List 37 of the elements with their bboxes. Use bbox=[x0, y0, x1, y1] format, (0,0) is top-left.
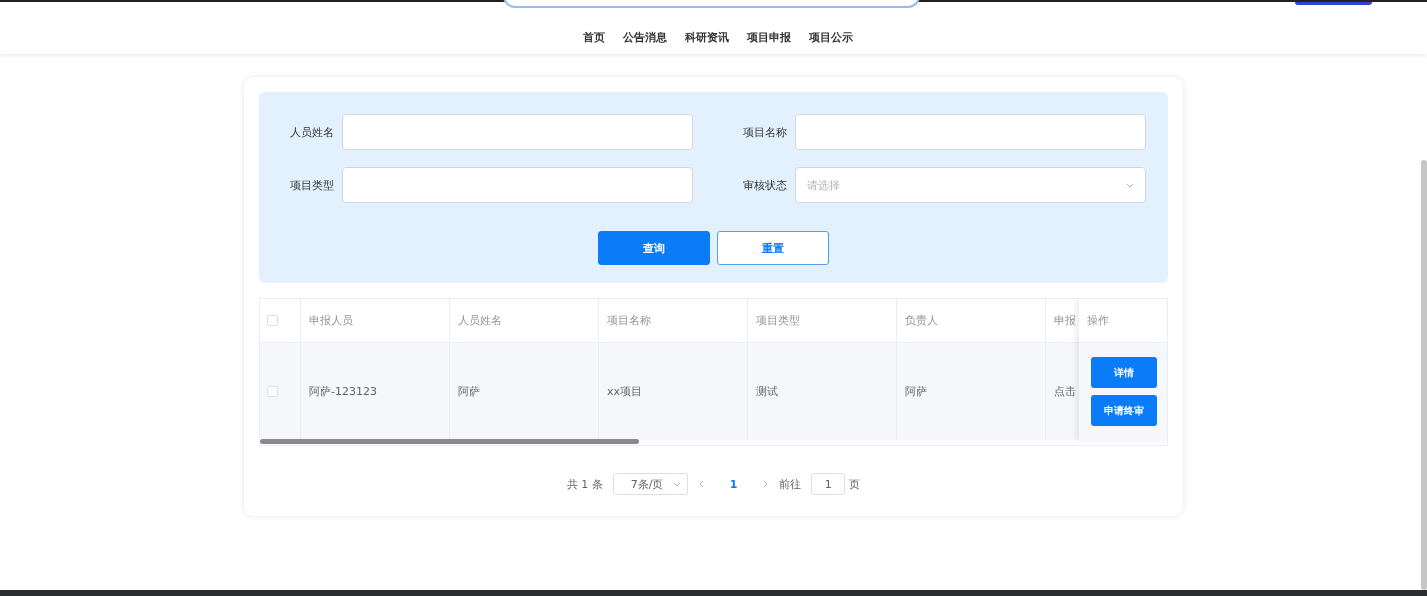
input-field[interactable] bbox=[342, 114, 693, 150]
scrollbar-thumb[interactable] bbox=[1421, 160, 1427, 590]
table-cell: xx项目 bbox=[599, 343, 748, 440]
nav-link[interactable]: 科研资讯 bbox=[685, 30, 729, 45]
search-button[interactable]: 查询 bbox=[598, 231, 710, 265]
reset-button[interactable]: 重置 bbox=[717, 231, 829, 265]
page-input[interactable]: 1 bbox=[811, 473, 846, 495]
chevron-down-icon bbox=[1126, 181, 1134, 189]
page-suffix: 页 bbox=[849, 476, 861, 492]
field-label: 人员姓名 bbox=[289, 124, 335, 140]
checkbox[interactable] bbox=[267, 386, 278, 397]
action-button[interactable]: 申请终审 bbox=[1091, 395, 1157, 426]
input-field[interactable] bbox=[795, 114, 1146, 150]
table-cell: 点击 bbox=[1046, 343, 1080, 440]
field-label: 项目类型 bbox=[289, 177, 335, 193]
scrollbar-thumb[interactable] bbox=[260, 439, 639, 444]
page-size-select[interactable]: 7条/页 bbox=[612, 473, 688, 495]
field-label: 审核状态 bbox=[742, 177, 788, 193]
nav-link[interactable]: 项目公示 bbox=[809, 30, 853, 45]
header-button[interactable] bbox=[1295, 2, 1372, 5]
prev-page-icon bbox=[697, 480, 706, 488]
checkbox[interactable] bbox=[267, 315, 278, 326]
details-button[interactable]: 详情 bbox=[1091, 357, 1157, 388]
nav-link[interactable]: 项目申报 bbox=[747, 30, 791, 45]
chevron-down-icon bbox=[672, 480, 681, 488]
nav-link[interactable]: 首页 bbox=[583, 30, 605, 45]
next-page-icon bbox=[761, 480, 770, 488]
total-count: 共 1 条 bbox=[566, 476, 603, 492]
field-label: 项目名称 bbox=[742, 124, 788, 140]
table-cell: 阿萨 bbox=[897, 343, 1046, 440]
page-number[interactable]: 1 bbox=[715, 477, 752, 491]
table-cell: 阿萨-123123 bbox=[301, 343, 450, 440]
table-cell: 测试 bbox=[748, 343, 897, 440]
nav-link[interactable]: 公告消息 bbox=[623, 30, 667, 45]
table-cell: 阿萨 bbox=[450, 343, 599, 440]
input-field[interactable] bbox=[342, 167, 693, 203]
goto-label: 前往 bbox=[779, 476, 802, 492]
